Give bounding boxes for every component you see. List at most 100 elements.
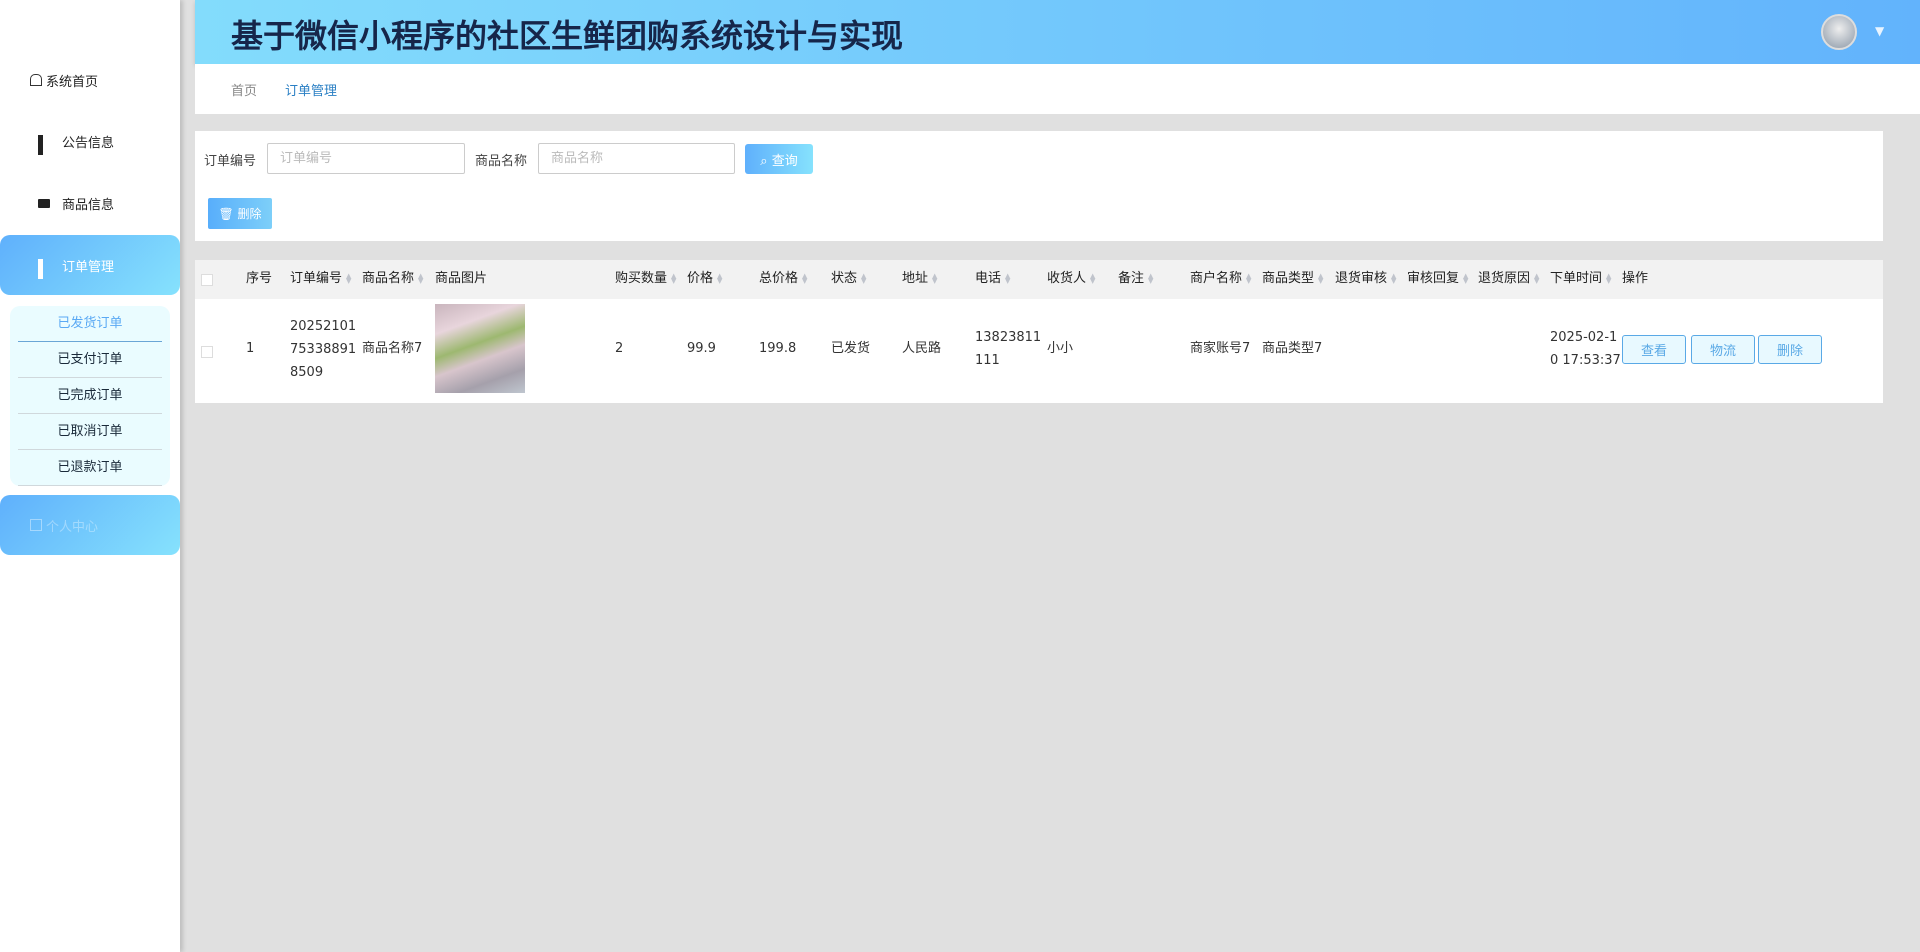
breadcrumb: 首页 订单管理 [195, 64, 1920, 114]
row-delete-button[interactable]: 删除 [1758, 335, 1822, 364]
sidebar: 系统首页 公告信息 商品信息 订单管理 已发货订单 已支付订单 已完成订单 已取… [0, 0, 180, 952]
column-label: 状态 [831, 271, 858, 286]
sort-icon[interactable]: ▲ ▼ [932, 272, 940, 284]
column-header: 序号 [246, 268, 272, 290]
sort-icon[interactable]: ▲ ▼ [1534, 272, 1542, 284]
user-card-icon [30, 519, 42, 531]
submenu-shipped[interactable]: 已发货订单 [18, 306, 162, 342]
column-header[interactable]: 购买数量 ▲ ▼ [615, 268, 679, 290]
column-label: 订单编号 [290, 271, 343, 286]
sidebar-item-orders[interactable]: 订单管理 [0, 235, 180, 295]
table-header: 序号 订单编号 ▲ ▼ 商品名称 ▲ ▼ 商品图片 购买数量 ▲ ▼ 价格 ▲ ▼ 总价格 ▲ ▼ 状态 ▲ ▼ 地址 ▲… [195, 260, 1883, 299]
sort-icon[interactable]: ▲ ▼ [346, 272, 354, 284]
logistics-button[interactable]: 物流 [1691, 335, 1755, 364]
sort-icon[interactable]: ▲ ▼ [671, 272, 679, 284]
sidebar-item-profile[interactable]: 个人中心 [0, 495, 180, 555]
column-header[interactable]: 下单时间 ▲ ▼ [1550, 268, 1614, 290]
cell-price: 99.9 [687, 341, 716, 356]
order-no-label: 订单编号 [204, 154, 257, 169]
search-icon: ⌕ [760, 153, 772, 169]
orders-table: 序号 订单编号 ▲ ▼ 商品名称 ▲ ▼ 商品图片 购买数量 ▲ ▼ 价格 ▲ ▼ 总价格 ▲ ▼ 状态 ▲ ▼ 地址 ▲… [195, 260, 1883, 403]
breadcrumb-home[interactable]: 首页 [231, 80, 257, 99]
column-label: 价格 [687, 271, 714, 286]
column-header[interactable]: 电话 ▲ ▼ [975, 268, 1013, 290]
column-label: 地址 [902, 271, 929, 286]
column-label: 备注 [1118, 271, 1145, 286]
cell-total: 199.8 [759, 341, 797, 356]
breadcrumb-current: 订单管理 [285, 83, 338, 99]
column-label: 商品名称 [362, 271, 415, 286]
cell-product: 商品名称7 [362, 341, 423, 356]
search-panel: 订单编号 商品名称 ⌕ 查询 🗑 删除 [195, 131, 1883, 241]
cell-qty: 2 [615, 341, 624, 356]
cell-status: 已发货 [831, 341, 871, 356]
delete-button[interactable]: 🗑 删除 [208, 198, 272, 229]
query-button[interactable]: ⌕ 查询 [745, 144, 813, 174]
sort-icon[interactable]: ▲ ▼ [802, 272, 810, 284]
top-header: 基于微信小程序的社区生鲜团购系统设计与实现 ▼ [195, 0, 1920, 64]
column-label: 下单时间 [1550, 271, 1603, 286]
product-name-input[interactable] [538, 143, 735, 174]
order-no-input[interactable] [267, 143, 465, 174]
sort-icon[interactable]: ▲ ▼ [717, 272, 725, 284]
column-label: 商品图片 [435, 271, 488, 286]
column-header[interactable]: 商户名称 ▲ ▼ [1190, 268, 1254, 290]
grid-icon [38, 259, 50, 279]
column-label: 操作 [1622, 271, 1649, 286]
column-header[interactable]: 审核回复 ▲ ▼ [1407, 268, 1471, 290]
column-header[interactable]: 总价格 ▲ ▼ [759, 268, 810, 290]
column-label: 审核回复 [1407, 271, 1460, 286]
submenu-refunded[interactable]: 已退款订单 [18, 450, 162, 486]
submenu-paid[interactable]: 已支付订单 [18, 342, 162, 378]
row-checkbox[interactable] [201, 346, 213, 358]
orders-submenu: 已发货订单 已支付订单 已完成订单 已取消订单 已退款订单 [10, 306, 170, 486]
column-header[interactable]: 备注 ▲ ▼ [1118, 268, 1156, 290]
column-header[interactable]: 商品类型 ▲ ▼ [1262, 268, 1326, 290]
column-label: 退货原因 [1478, 271, 1531, 286]
sort-icon[interactable]: ▲ ▼ [1606, 272, 1614, 284]
sort-icon[interactable]: ▲ ▼ [1391, 272, 1399, 284]
avatar[interactable] [1821, 14, 1857, 50]
column-header[interactable]: 订单编号 ▲ ▼ [290, 268, 354, 290]
sidebar-item-notice[interactable]: 公告信息 [0, 111, 180, 171]
sort-icon[interactable]: ▲ ▼ [1463, 272, 1471, 284]
select-all-checkbox[interactable] [201, 274, 213, 286]
submenu-cancelled[interactable]: 已取消订单 [18, 414, 162, 450]
column-label: 商户名称 [1190, 271, 1243, 286]
column-header[interactable]: 商品名称 ▲ ▼ [362, 268, 426, 290]
grid-icon [38, 135, 50, 155]
sort-icon[interactable]: ▲ ▼ [1005, 272, 1013, 284]
column-header[interactable]: 价格 ▲ ▼ [687, 268, 725, 290]
sidebar-item-products[interactable]: 商品信息 [0, 173, 180, 233]
column-label: 商品类型 [1262, 271, 1315, 286]
column-header: 商品图片 [435, 268, 487, 290]
submenu-completed[interactable]: 已完成订单 [18, 378, 162, 414]
cell-address: 人民路 [902, 341, 942, 356]
column-header[interactable]: 退货原因 ▲ ▼ [1478, 268, 1542, 290]
sort-icon[interactable]: ▲ ▼ [861, 272, 869, 284]
column-header[interactable]: 状态 ▲ ▼ [831, 268, 869, 290]
sort-icon[interactable]: ▲ ▼ [1148, 272, 1156, 284]
column-header[interactable]: 地址 ▲ ▼ [902, 268, 940, 290]
cell-index: 1 [246, 341, 255, 356]
sidebar-item-home[interactable]: 系统首页 [0, 50, 180, 110]
sort-icon[interactable]: ▲ ▼ [1090, 272, 1098, 284]
sort-icon[interactable]: ▲ ▼ [1318, 272, 1326, 284]
chevron-down-icon[interactable]: ▼ [1875, 24, 1884, 38]
column-label: 收货人 [1047, 271, 1087, 286]
cell-order-no: 20252101753388918509 [290, 319, 357, 380]
column-header[interactable]: 退货审核 ▲ ▼ [1335, 268, 1399, 290]
column-label: 总价格 [759, 271, 799, 286]
sort-icon[interactable]: ▲ ▼ [418, 272, 426, 284]
app-title: 基于微信小程序的社区生鲜团购系统设计与实现 [231, 17, 904, 55]
column-label: 购买数量 [615, 271, 668, 286]
column-label: 电话 [975, 271, 1002, 286]
view-button[interactable]: 查看 [1622, 335, 1686, 364]
cell-merchant: 商家账号7 [1190, 341, 1251, 356]
home-icon [30, 74, 42, 86]
column-header[interactable]: 收货人 ▲ ▼ [1047, 268, 1098, 290]
trash-icon: 🗑 [218, 207, 238, 221]
column-label: 退货审核 [1335, 271, 1388, 286]
product-image [435, 304, 525, 393]
sort-icon[interactable]: ▲ ▼ [1246, 272, 1254, 284]
